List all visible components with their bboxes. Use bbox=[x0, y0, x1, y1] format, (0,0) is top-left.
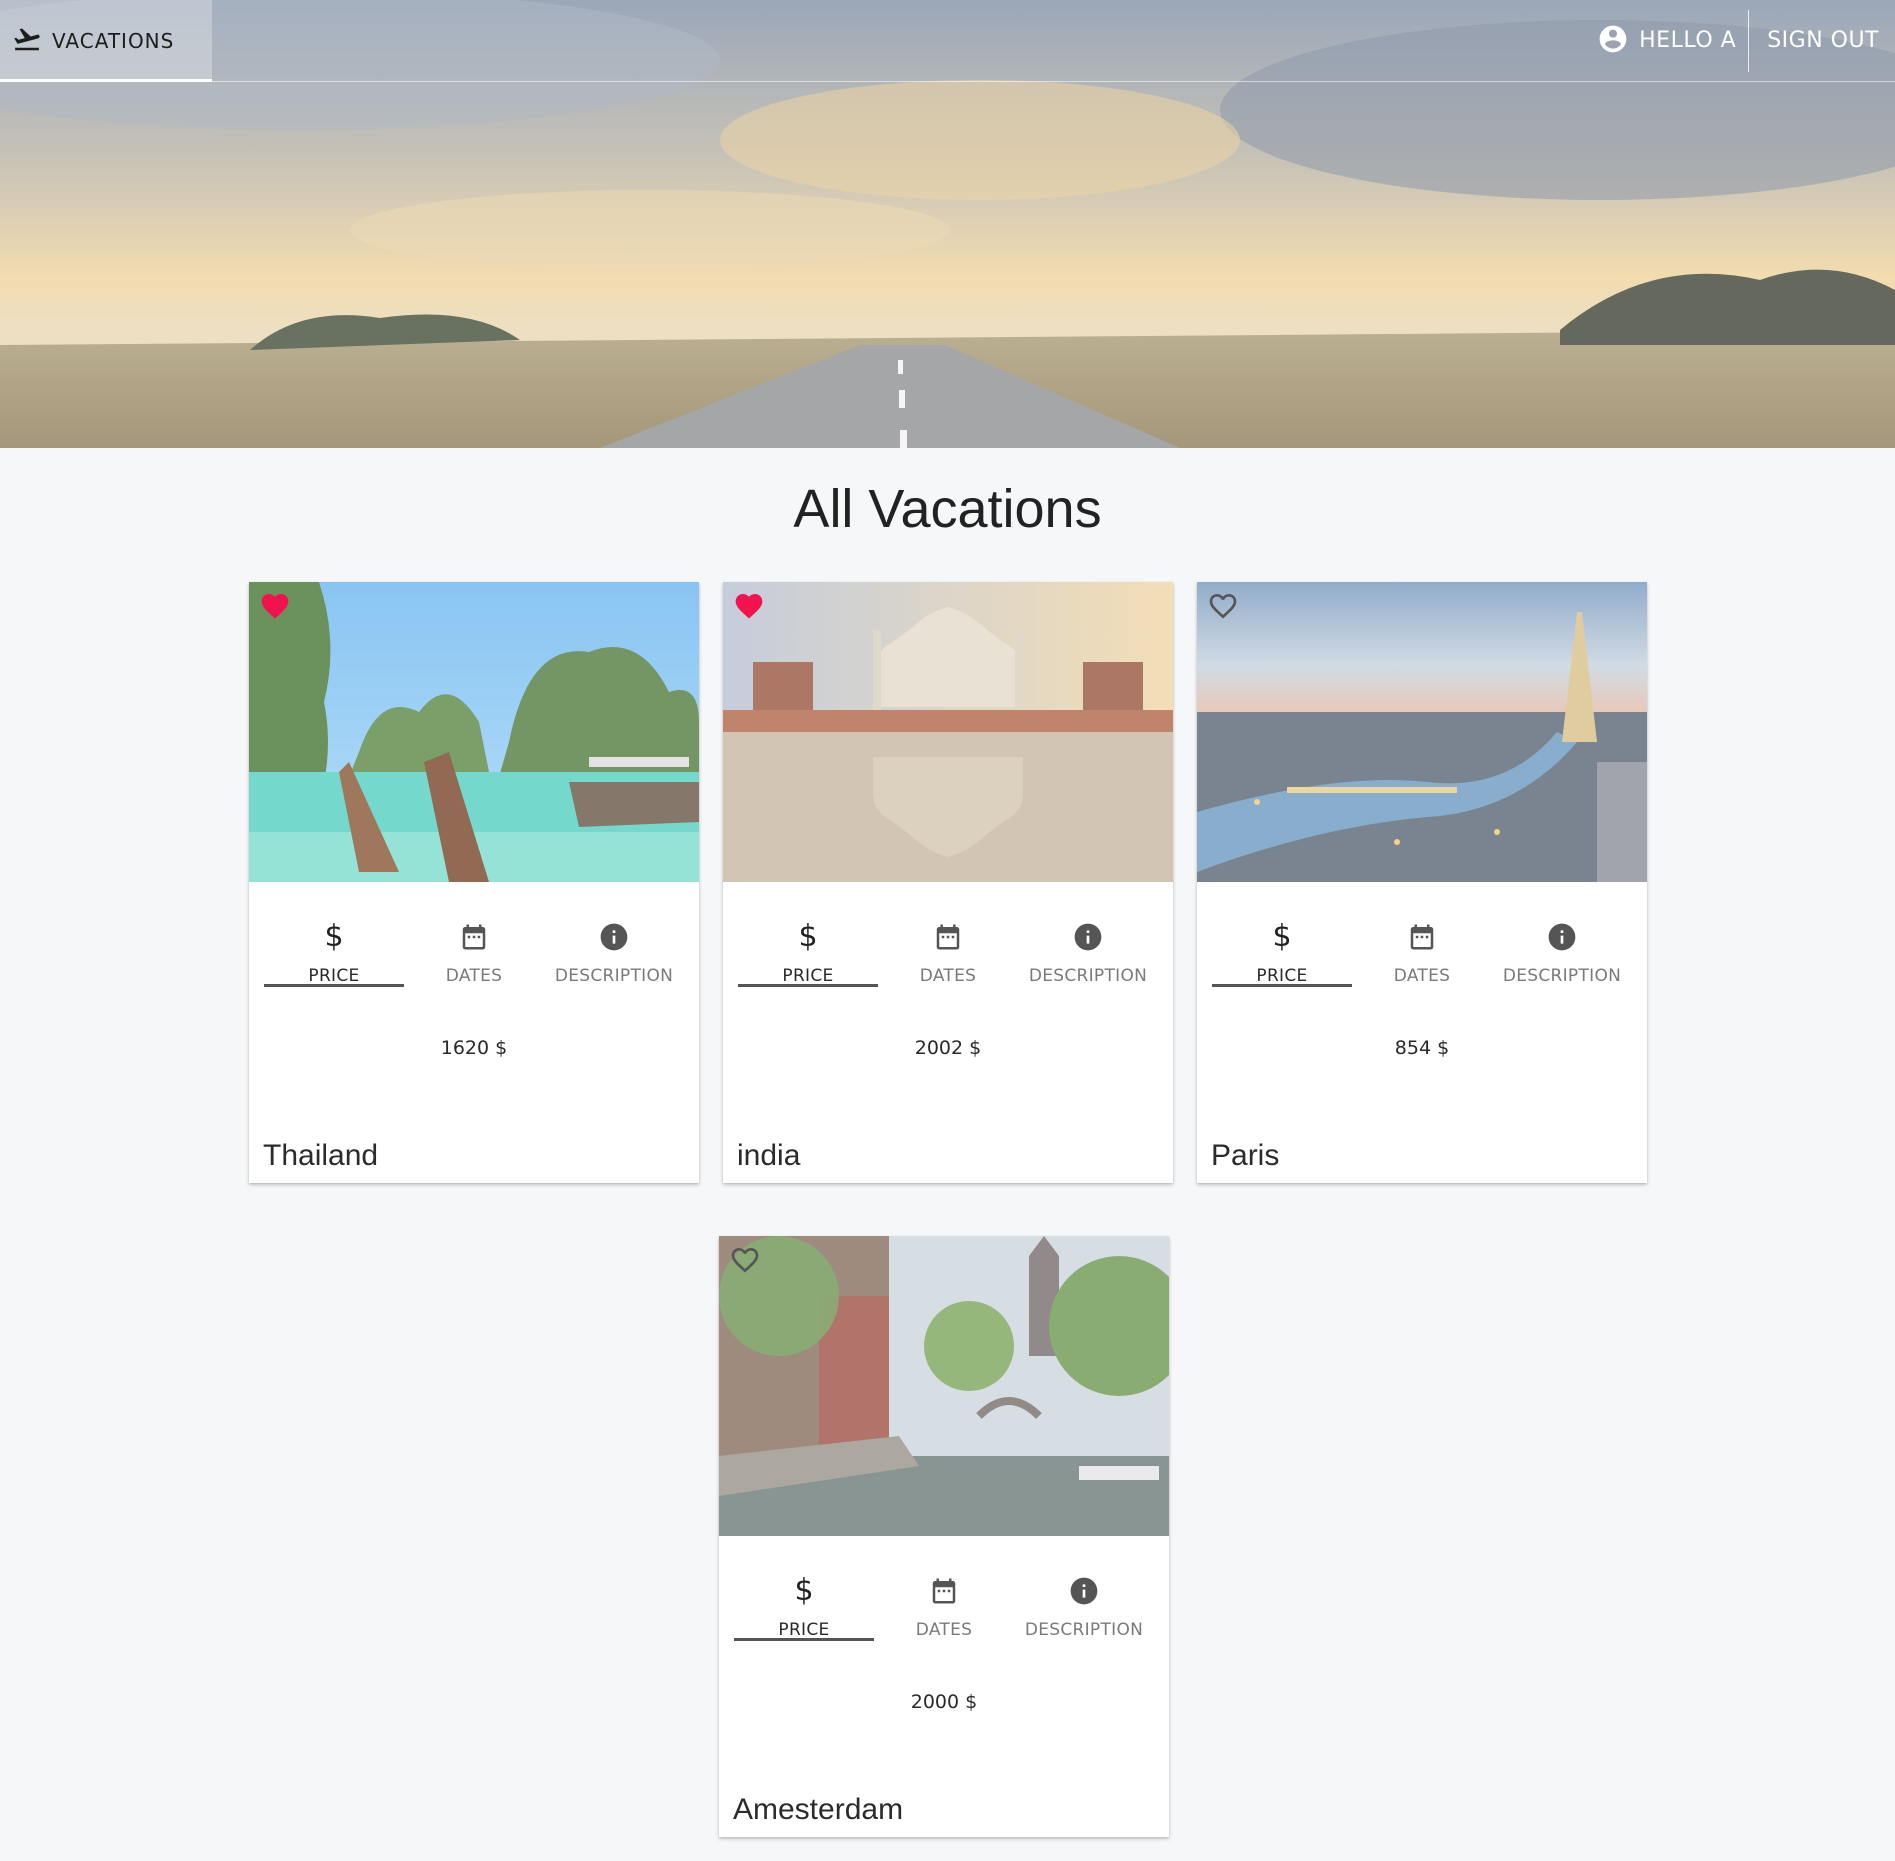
favorite-heart-icon[interactable] bbox=[733, 590, 765, 622]
favorite-heart-icon[interactable] bbox=[259, 590, 291, 622]
dollar-icon: $ bbox=[1272, 919, 1292, 954]
tab-description-label: DESCRIPTION bbox=[1502, 966, 1622, 986]
tab-description[interactable]: DESCRIPTION bbox=[1492, 882, 1632, 987]
top-nav-bar: VACATIONS HELLO A SIGN OUT bbox=[0, 0, 1895, 82]
tab-dates-label: DATES bbox=[1393, 966, 1451, 986]
vacation-title: Amesterdam bbox=[733, 1793, 904, 1826]
vacation-tabs: $ PRICE DATES DESCRIPTION bbox=[738, 882, 1158, 987]
tab-dates-label: DATES bbox=[919, 966, 977, 986]
nav-tab-vacations-label: VACATIONS bbox=[52, 28, 175, 53]
vacation-photo bbox=[1197, 582, 1647, 882]
user-greeting: HELLO A bbox=[1639, 28, 1737, 53]
user-area: HELLO A SIGN OUT bbox=[1597, 0, 1895, 81]
tab-dates[interactable]: DATES bbox=[1352, 882, 1492, 987]
tab-price-label: PRICE bbox=[782, 966, 834, 986]
tab-price-label: PRICE bbox=[1256, 966, 1308, 986]
calendar-icon bbox=[933, 920, 963, 954]
info-icon bbox=[1546, 920, 1578, 954]
tab-description[interactable]: DESCRIPTION bbox=[1014, 1536, 1154, 1641]
tab-price[interactable]: $ PRICE bbox=[1212, 882, 1352, 987]
vacation-tabs: $ PRICE DATES DESCRIPTION bbox=[264, 882, 684, 987]
tab-price[interactable]: $ PRICE bbox=[734, 1536, 874, 1641]
page-title: All Vacations bbox=[793, 479, 1102, 539]
vacation-title: Thailand bbox=[263, 1139, 379, 1172]
vacation-card: Thailand $ PRICE DATES DESCRIPTION 1620 … bbox=[249, 582, 699, 1183]
vacation-card: Amesterdam $ PRICE DATES DESCRIPTION 200… bbox=[719, 1236, 1169, 1837]
sign-out-button[interactable]: SIGN OUT bbox=[1749, 28, 1895, 53]
vacation-photo bbox=[249, 582, 699, 882]
tab-dates-label: DATES bbox=[445, 966, 503, 986]
vacation-tabs: $ PRICE DATES DESCRIPTION bbox=[734, 1536, 1154, 1641]
calendar-icon bbox=[459, 920, 489, 954]
vacation-photo bbox=[719, 1236, 1169, 1536]
tab-description[interactable]: DESCRIPTION bbox=[544, 882, 684, 987]
active-tab-indicator bbox=[1212, 984, 1352, 987]
calendar-icon bbox=[929, 1574, 959, 1608]
vacation-title: Paris bbox=[1211, 1139, 1280, 1172]
favorite-heart-outline-icon[interactable] bbox=[1207, 590, 1239, 622]
tab-dates[interactable]: DATES bbox=[878, 882, 1018, 987]
calendar-icon bbox=[1407, 920, 1437, 954]
info-icon bbox=[598, 920, 630, 954]
nav-tab-vacations[interactable]: VACATIONS bbox=[0, 0, 212, 82]
info-icon bbox=[1072, 920, 1104, 954]
vacation-title: india bbox=[737, 1139, 801, 1172]
tab-description-label: DESCRIPTION bbox=[1028, 966, 1148, 986]
tab-price-label: PRICE bbox=[778, 1620, 830, 1640]
favorite-heart-outline-icon[interactable] bbox=[729, 1244, 761, 1276]
active-tab-indicator bbox=[734, 1638, 874, 1641]
user-menu[interactable]: HELLO A bbox=[1597, 10, 1748, 72]
vacation-card: india $ PRICE DATES DESCRIPTION 2002 $ bbox=[723, 582, 1173, 1183]
active-tab-indicator bbox=[0, 79, 212, 82]
tab-description-label: DESCRIPTION bbox=[1024, 1620, 1144, 1640]
dollar-icon: $ bbox=[794, 1573, 814, 1608]
tab-dates-label: DATES bbox=[915, 1620, 973, 1640]
info-icon bbox=[1068, 1574, 1100, 1608]
tab-dates[interactable]: DATES bbox=[874, 1536, 1014, 1641]
tab-dates[interactable]: DATES bbox=[404, 882, 544, 987]
vacation-card: Paris $ PRICE DATES DESCRIPTION 854 $ bbox=[1197, 582, 1647, 1183]
vacation-tabs: $ PRICE DATES DESCRIPTION bbox=[1212, 882, 1632, 987]
vacation-price: 2002 $ bbox=[914, 1037, 982, 1059]
active-tab-indicator bbox=[264, 984, 404, 987]
hero-banner: VACATIONS HELLO A SIGN OUT bbox=[0, 0, 1895, 448]
tab-price[interactable]: $ PRICE bbox=[738, 882, 878, 987]
vacation-price: 1620 $ bbox=[440, 1037, 508, 1059]
active-tab-indicator bbox=[738, 984, 878, 987]
tab-description[interactable]: DESCRIPTION bbox=[1018, 882, 1158, 987]
airplane-icon bbox=[12, 24, 42, 58]
tab-description-label: DESCRIPTION bbox=[554, 966, 674, 986]
vacation-photo bbox=[723, 582, 1173, 882]
tab-price-label: PRICE bbox=[308, 966, 360, 986]
tab-price[interactable]: $ PRICE bbox=[264, 882, 404, 987]
dollar-icon: $ bbox=[798, 919, 818, 954]
vacation-price: 2000 $ bbox=[910, 1691, 978, 1713]
vacation-price: 854 $ bbox=[1394, 1037, 1450, 1059]
dollar-icon: $ bbox=[324, 919, 344, 954]
account-circle-icon bbox=[1597, 23, 1629, 59]
